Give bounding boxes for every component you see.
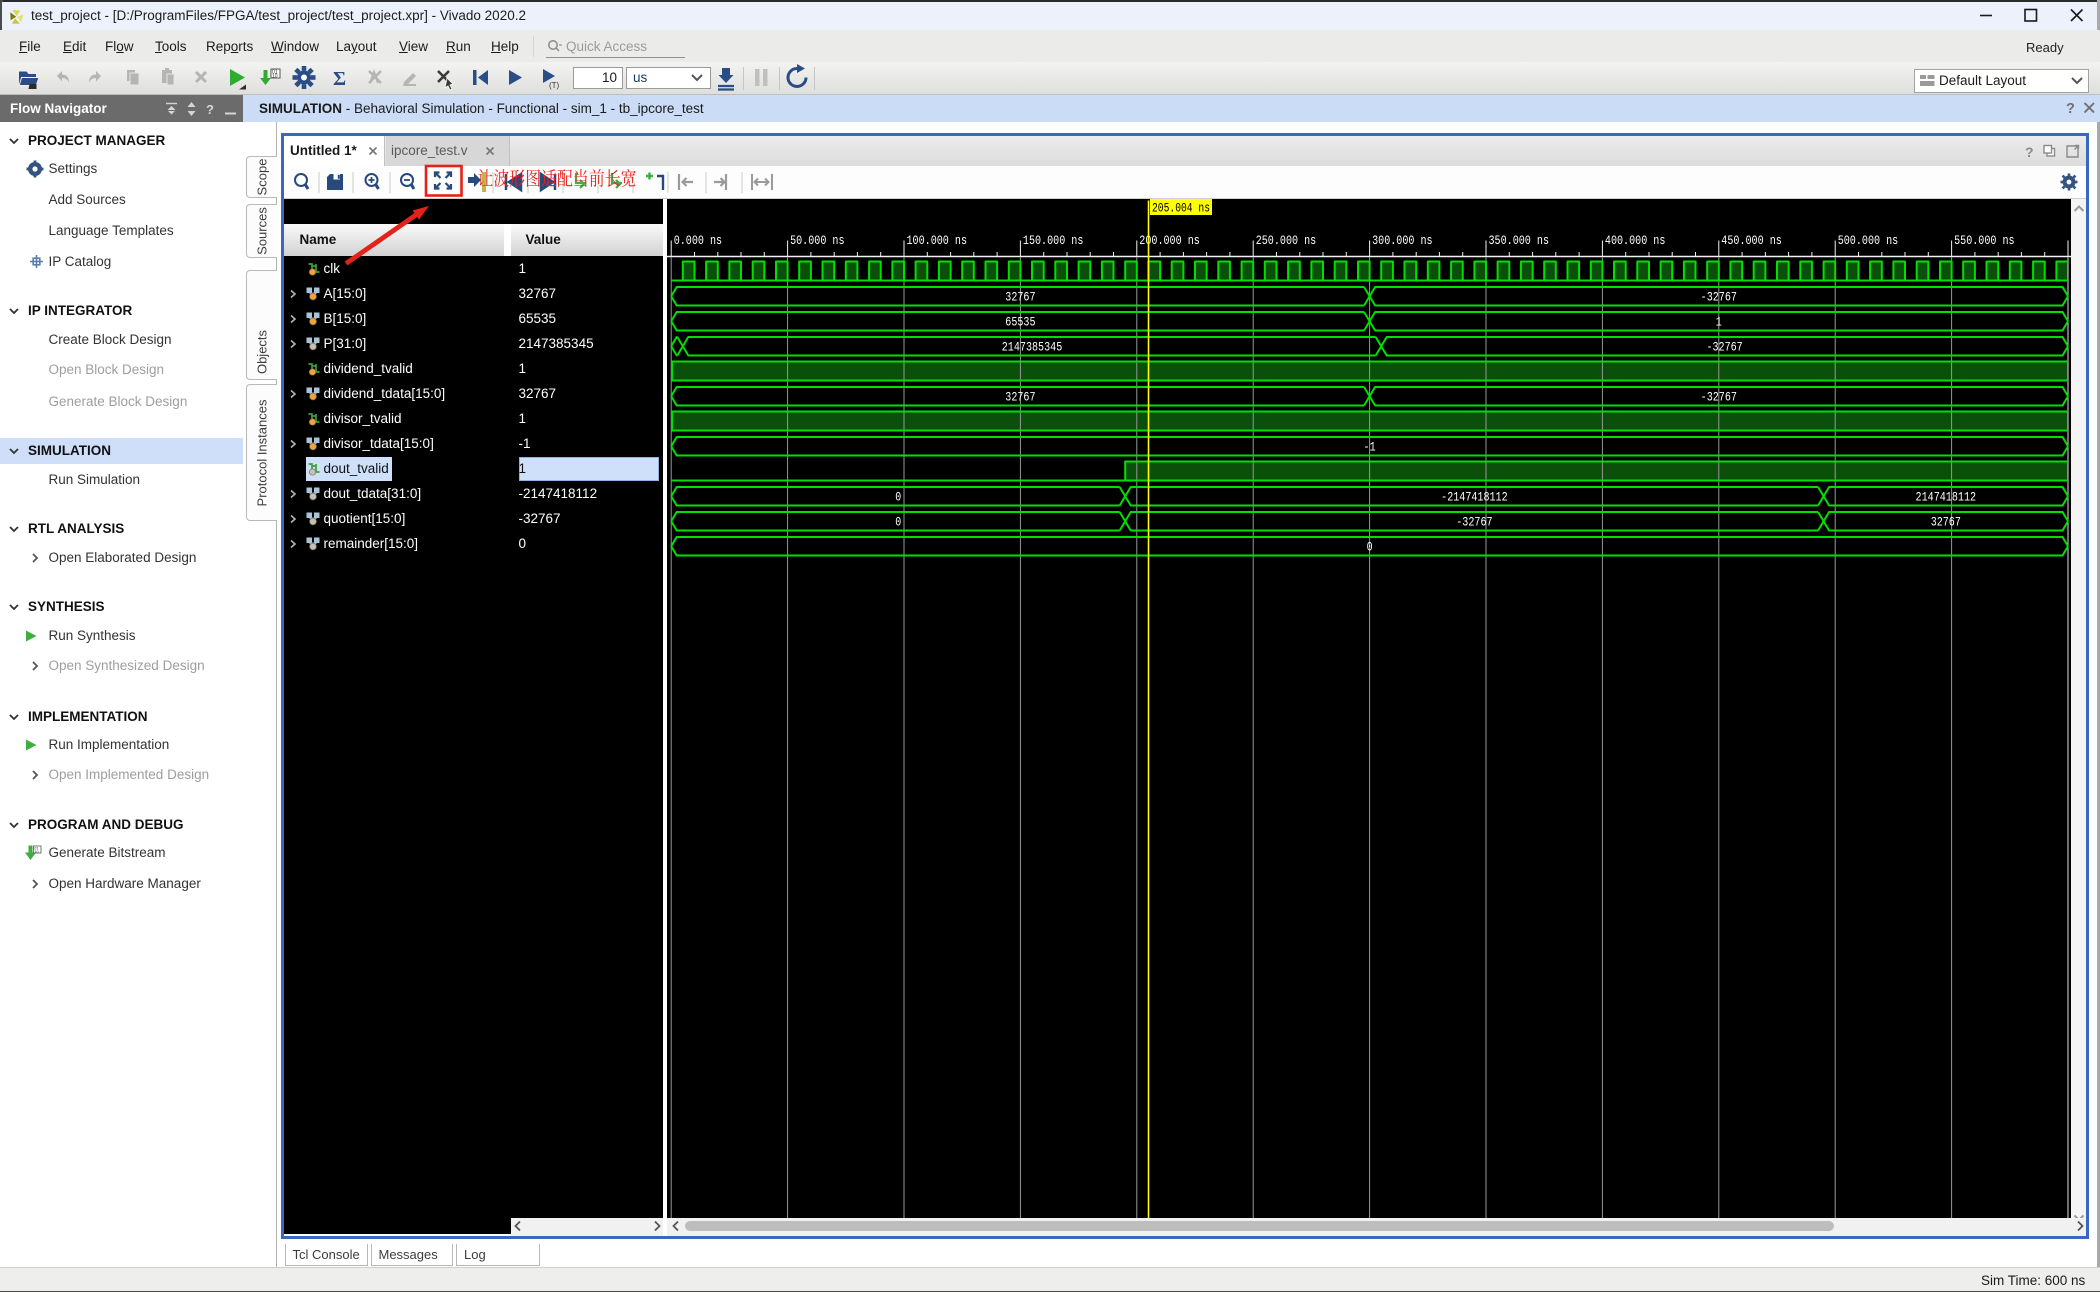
svg-text:10: 10 — [34, 850, 38, 854]
svg-text:(T): (T) — [549, 81, 560, 90]
svg-text:?: ? — [2066, 101, 2075, 117]
svg-text:10: 10 — [272, 74, 278, 80]
svg-text:?: ? — [206, 102, 214, 117]
svg-text:Σ: Σ — [333, 68, 346, 90]
